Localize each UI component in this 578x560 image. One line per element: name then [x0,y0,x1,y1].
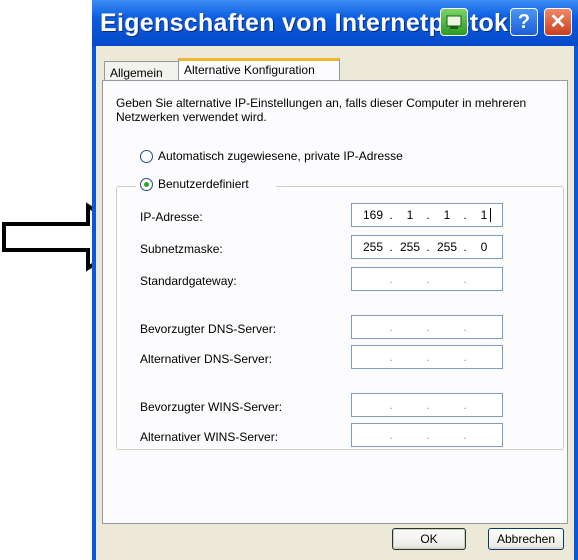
octet-separator: . [426,272,430,286]
text-caret [490,208,491,222]
octet-separator: . [463,208,467,222]
preferred-wins-label: Bevorzugter WINS-Server: [140,400,283,414]
description-text: Geben Sie alternative IP-Einstellungen a… [116,96,527,124]
default-gateway-input[interactable]: . . . [351,267,503,291]
preferred-dns-input[interactable]: . . . [351,315,503,339]
subnet-mask-input[interactable]: 255 . 255 . 255 . 0 [351,235,503,259]
title-bar[interactable]: Eigenschaften von Internetprotok ? ✕ [92,0,578,46]
octet-separator: . [426,320,430,334]
preferred-wins-input[interactable]: . . . [351,393,503,417]
radio-selected-dot [144,182,149,187]
octet-separator: . [389,350,393,364]
dialog-window: Eigenschaften von Internetprotok ? ✕ All… [92,0,578,560]
octet-separator: . [463,428,467,442]
alternate-dns-label: Alternativer DNS-Server: [140,352,273,366]
network-connection-icon [440,8,468,36]
cancel-button[interactable]: Abbrechen [488,528,564,550]
octet-separator: . [426,398,430,412]
ok-button[interactable]: OK [392,528,466,550]
octet-separator: . [389,320,393,334]
tab-allgemein[interactable]: Allgemein [104,61,180,81]
subnet-octet-2[interactable]: 255 [395,240,425,254]
ip-address-label: IP-Adresse: [140,210,203,224]
alternate-wins-input[interactable]: . . . [351,423,503,447]
octet-separator: . [463,320,467,334]
radio-auto-private-label[interactable]: Automatisch zugewiesene, private IP-Adre… [158,149,403,163]
ip-octet-1[interactable]: 169 [358,208,388,222]
tab-alternative-konfiguration[interactable]: Alternative Konfiguration [178,58,340,80]
octet-separator: . [463,272,467,286]
alternate-wins-label: Alternativer WINS-Server: [140,430,279,444]
subnet-octet-1[interactable]: 255 [358,240,388,254]
octet-separator: . [426,208,430,222]
octet-separator: . [463,240,467,254]
subnet-mask-label: Subnetzmaske: [140,242,223,256]
octet-separator: . [463,350,467,364]
octet-separator: . [389,272,393,286]
alternate-dns-input[interactable]: . . . [351,345,503,369]
ip-address-input[interactable]: 169 . 1 . 1 . 1 [351,203,503,227]
radio-auto-private[interactable] [140,150,153,163]
subnet-octet-4[interactable]: 0 [469,240,499,254]
radio-custom-label[interactable]: Benutzerdefiniert [158,177,249,191]
help-button[interactable]: ? [510,8,538,36]
preferred-dns-label: Bevorzugter DNS-Server: [140,322,277,336]
radio-custom[interactable] [140,178,153,191]
close-button[interactable]: ✕ [544,8,572,36]
octet-separator: . [389,398,393,412]
ip-octet-2[interactable]: 1 [395,208,425,222]
ip-octet-4[interactable]: 1 [469,208,499,222]
subnet-octet-3[interactable]: 255 [432,240,462,254]
octet-separator: . [389,240,393,254]
octet-separator: . [389,208,393,222]
octet-separator: . [389,428,393,442]
octet-separator: . [426,350,430,364]
octet-separator: . [426,240,430,254]
octet-separator: . [426,428,430,442]
default-gateway-label: Standardgateway: [140,274,237,288]
octet-separator: . [463,398,467,412]
ip-octet-3[interactable]: 1 [432,208,462,222]
dialog-body: Allgemein Alternative Konfiguration Gebe… [96,46,574,560]
